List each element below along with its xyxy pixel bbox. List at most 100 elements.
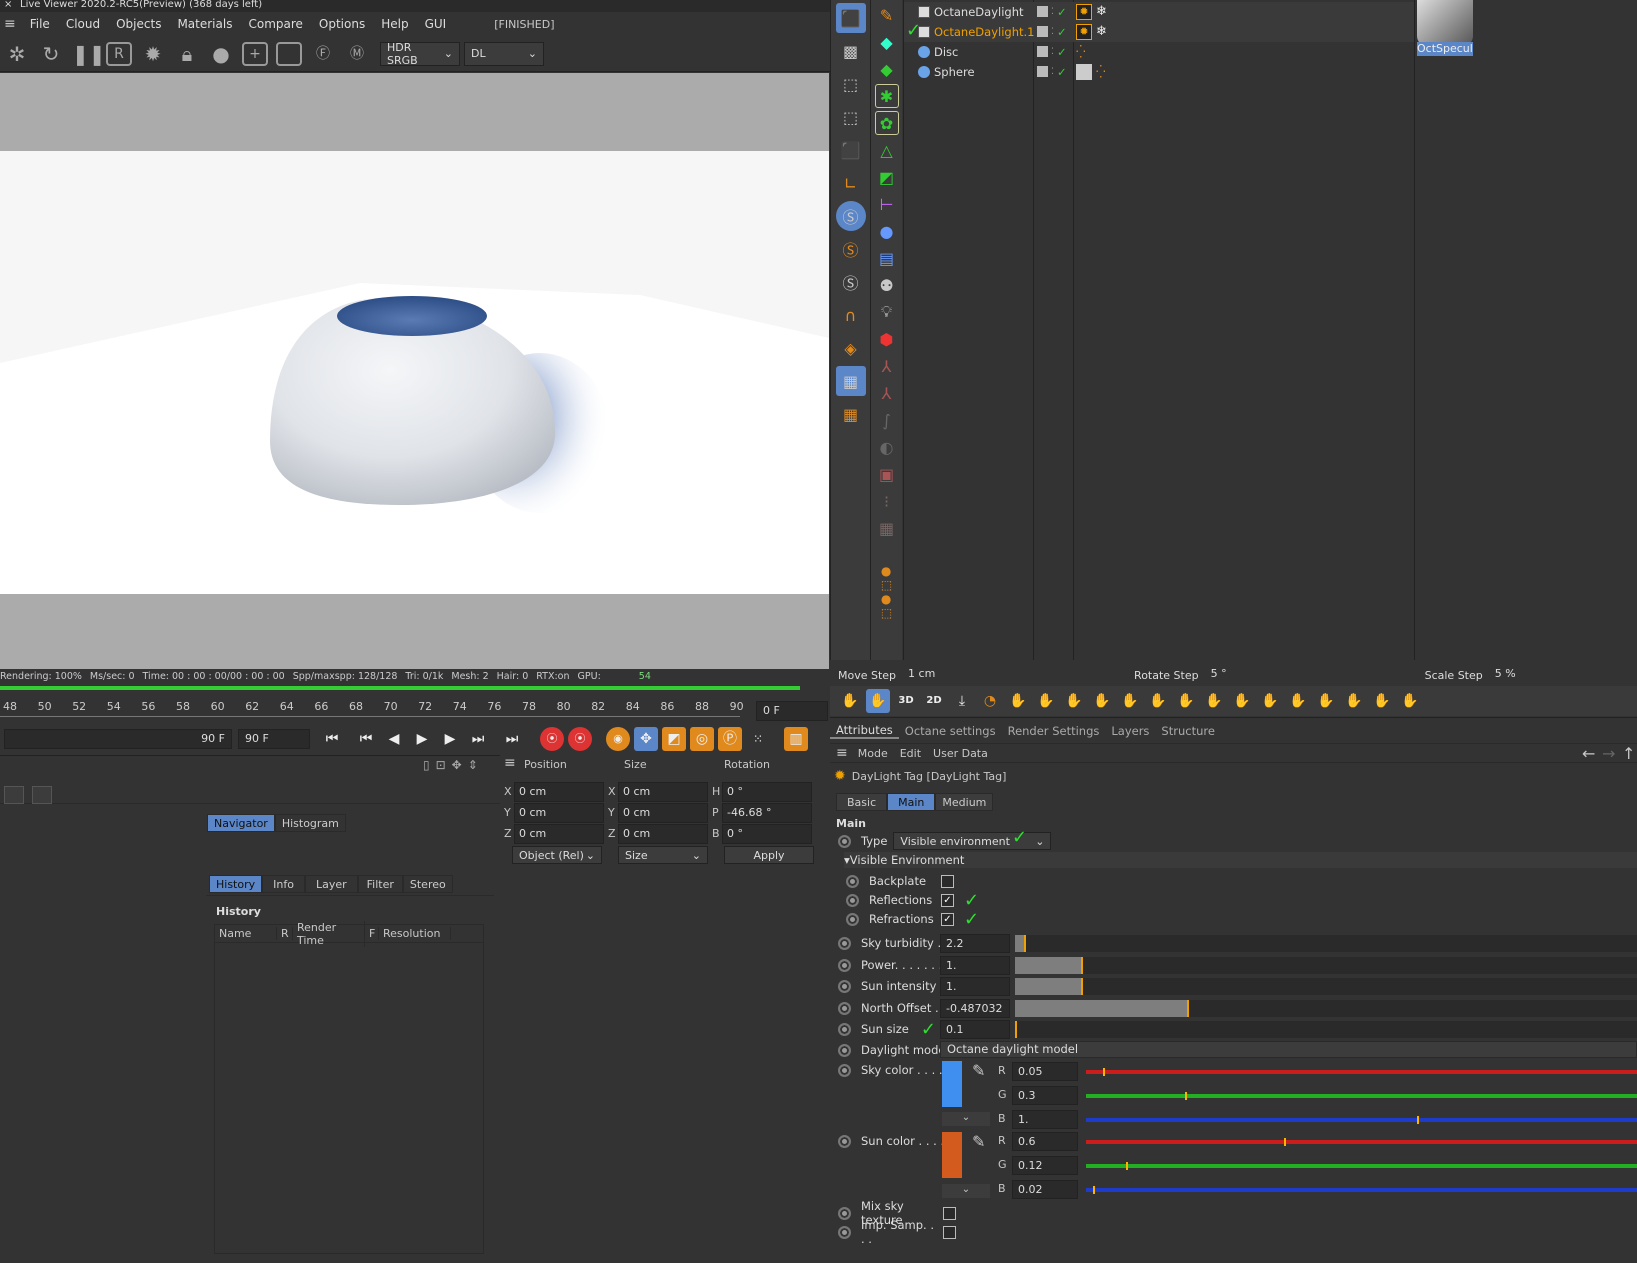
select-tool-icon[interactable]: ✋ bbox=[866, 689, 890, 713]
visibility-dots-icon[interactable]: ⁚ bbox=[1051, 62, 1054, 82]
render-tag-icon[interactable]: ❄ bbox=[1096, 22, 1107, 42]
up-arrow-icon[interactable]: ↑ bbox=[1622, 744, 1635, 763]
sun-r-field[interactable]: 0.6 bbox=[1012, 1132, 1078, 1151]
eyedropper-icon[interactable]: ✎ bbox=[972, 1132, 985, 1151]
bp-icon[interactable]: ⁝ bbox=[875, 489, 899, 513]
deformer-icon[interactable]: △ bbox=[875, 138, 899, 162]
sky-turbidity-field[interactable]: 2.2 bbox=[940, 934, 1010, 953]
sun-g-field[interactable]: 0.12 bbox=[1012, 1156, 1078, 1175]
disabled-tool-f-icon[interactable]: ✋ bbox=[1146, 689, 1170, 713]
visibility-checkbox[interactable] bbox=[1037, 66, 1048, 77]
keyframe-selection-icon[interactable]: ◉ bbox=[606, 727, 630, 751]
menu-edit[interactable]: Edit bbox=[900, 747, 921, 760]
disabled-tool-d-icon[interactable]: ✋ bbox=[1090, 689, 1114, 713]
forward-arrow-icon[interactable]: → bbox=[1602, 744, 1615, 763]
coordinate-mode-select[interactable]: Object (Rel) ⌄ bbox=[512, 846, 602, 864]
menu-compare[interactable]: Compare bbox=[240, 17, 310, 31]
north-offset-field[interactable]: -0.487032 bbox=[940, 999, 1010, 1018]
imp-samp-anim-dot[interactable] bbox=[838, 1225, 851, 1239]
backplate-checkbox[interactable] bbox=[941, 874, 954, 888]
sun-size-field[interactable]: 0.1 bbox=[940, 1020, 1010, 1039]
visibility-dots-icon[interactable]: ⁚ bbox=[1051, 22, 1054, 42]
prev-key-icon[interactable]: ⏮ bbox=[354, 727, 378, 751]
go-to-start-icon[interactable]: ⏮ bbox=[320, 727, 344, 751]
tab-medium[interactable]: Medium bbox=[935, 793, 994, 811]
sky-g-slider[interactable] bbox=[1086, 1092, 1637, 1100]
color-space-select[interactable]: HDR SRGB ⌄ bbox=[380, 41, 460, 67]
timeline-window-icon[interactable]: ▥ bbox=[784, 727, 808, 751]
power-field[interactable]: 1. bbox=[940, 956, 1010, 975]
region-render-icon[interactable]: R bbox=[106, 41, 132, 66]
material-ball-icon[interactable]: ● bbox=[208, 41, 234, 67]
object-name[interactable]: OctaneDaylight bbox=[934, 2, 1024, 22]
sun-size-slider[interactable] bbox=[1015, 1021, 1637, 1038]
magnet-icon[interactable]: ∩ bbox=[836, 300, 866, 330]
parameter-key-icon[interactable]: Ⓟ bbox=[718, 727, 742, 751]
visibility-dots-icon[interactable]: ⁚ bbox=[1051, 42, 1054, 62]
disabled-tool-j-icon[interactable]: ✋ bbox=[1258, 689, 1282, 713]
menu-file[interactable]: File bbox=[22, 17, 58, 31]
tab-stereo[interactable]: Stereo bbox=[402, 875, 453, 893]
view-mode-b-icon[interactable] bbox=[32, 786, 52, 804]
pla-key-icon[interactable]: ⁙ bbox=[746, 727, 770, 751]
rotation-field[interactable]: -46.68 ° bbox=[722, 803, 812, 823]
size-mode-select[interactable]: Size ⌄ bbox=[618, 846, 708, 864]
next-frame-icon[interactable]: ▶ bbox=[438, 727, 462, 751]
add-region-icon[interactable]: + bbox=[242, 41, 268, 66]
north-offset-slider[interactable] bbox=[1015, 1000, 1637, 1017]
disabled-tool-g-icon[interactable]: ✋ bbox=[1174, 689, 1198, 713]
pause-icon[interactable]: ❚❚ bbox=[72, 41, 106, 67]
move-icon[interactable]: ✥ bbox=[452, 758, 462, 772]
rotation-field[interactable]: 0 ° bbox=[722, 824, 812, 844]
sky-turbidity-anim-dot[interactable] bbox=[838, 936, 851, 950]
locked-workplane-icon[interactable]: ▦ bbox=[835, 366, 866, 396]
scale-key-icon[interactable]: ◩ bbox=[662, 727, 686, 751]
sky-turbidity-slider[interactable] bbox=[1015, 935, 1637, 952]
rotate-step-field[interactable]: 5 ° bbox=[1204, 667, 1417, 683]
next-key-icon[interactable]: ⏭ bbox=[466, 727, 490, 751]
light-icon[interactable]: 💡︎ bbox=[875, 300, 899, 324]
enabled-check-icon[interactable]: ✓ bbox=[1057, 2, 1067, 22]
tab-main[interactable]: Main bbox=[887, 793, 936, 811]
grid-icon[interactable]: ▦ bbox=[836, 399, 866, 429]
visibility-checkbox[interactable] bbox=[1037, 46, 1048, 57]
position-field[interactable]: 0 cm bbox=[514, 782, 604, 802]
pen-icon[interactable]: ✎ bbox=[875, 3, 899, 27]
axis-mode-icon[interactable]: ∟ bbox=[836, 168, 866, 198]
settings-gear-icon[interactable]: ✹ bbox=[140, 41, 166, 67]
object-tag-icon[interactable]: ⁛ bbox=[1096, 62, 1106, 82]
hamburger-menu-icon[interactable]: ≡ bbox=[4, 16, 16, 32]
kernel-select[interactable]: DL ⌄ bbox=[464, 41, 544, 66]
menu-options[interactable]: Options bbox=[311, 17, 373, 31]
object-row[interactable]: Disc ⁚ ✓ ⁛ bbox=[904, 42, 1414, 62]
daylight-tag-icon[interactable]: ✹ bbox=[1076, 4, 1092, 20]
visibility-dots-icon[interactable]: ⁚ bbox=[1051, 2, 1054, 22]
refractions-anim-dot[interactable] bbox=[846, 912, 859, 926]
menu-user-data[interactable]: User Data bbox=[933, 747, 988, 760]
sun-r-slider[interactable] bbox=[1086, 1138, 1637, 1146]
object-tag-icon[interactable]: ⁛ bbox=[1076, 42, 1086, 62]
object-name[interactable]: OctaneDaylight.1 bbox=[934, 22, 1034, 42]
position-key-icon[interactable]: ✥ bbox=[634, 727, 658, 751]
hamburger-menu-icon[interactable]: ≡ bbox=[836, 745, 848, 761]
octane-object-icon[interactable]: ⬢ bbox=[875, 327, 899, 351]
size-field[interactable]: 0 cm bbox=[618, 803, 708, 823]
col-f[interactable]: F bbox=[365, 927, 379, 940]
restart-render-icon[interactable]: ↻ bbox=[38, 41, 64, 67]
edges-mode-icon[interactable]: ⬚ bbox=[836, 102, 866, 132]
navigate-icon[interactable]: ⇕ bbox=[468, 758, 478, 772]
uv-icon[interactable]: ▣ bbox=[875, 462, 899, 486]
visibility-checkbox[interactable] bbox=[1037, 26, 1048, 37]
render-tag-icon[interactable]: ❄ bbox=[1096, 2, 1107, 22]
menu-cloud[interactable]: Cloud bbox=[58, 17, 108, 31]
hamburger-menu-icon[interactable]: ≡ bbox=[504, 755, 516, 771]
tab-octane-settings[interactable]: Octane settings bbox=[899, 724, 1002, 738]
type-anim-dot[interactable] bbox=[838, 834, 851, 848]
reflections-checkbox[interactable]: ✓ bbox=[941, 893, 954, 907]
prev-frame-icon[interactable]: ◀ bbox=[382, 727, 406, 751]
field-icon[interactable]: ● bbox=[875, 219, 899, 243]
mix-sky-checkbox[interactable] bbox=[943, 1206, 956, 1220]
sun-color-mode-select[interactable]: ⌄ bbox=[942, 1184, 990, 1198]
refractions-checkbox[interactable]: ✓ bbox=[941, 912, 954, 926]
sky-color-swatch[interactable] bbox=[942, 1061, 962, 1107]
